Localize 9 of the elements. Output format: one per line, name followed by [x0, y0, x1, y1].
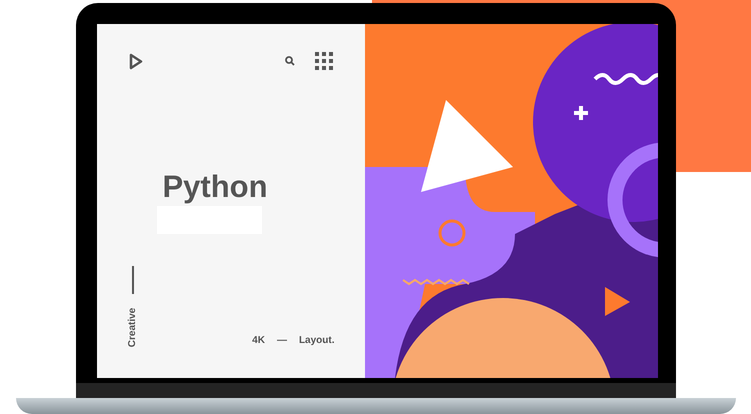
footer-text: Layout.: [298, 334, 334, 348]
grid-menu-icon[interactable]: [314, 52, 332, 70]
side-label: Creative: [126, 307, 139, 347]
search-icon[interactable]: [284, 56, 294, 66]
page-title: Python: [162, 170, 268, 204]
vertical-line: [132, 266, 134, 294]
footer-text: 4K: [252, 334, 265, 348]
footer-text: —: [276, 334, 287, 348]
play-logo-icon[interactable]: [128, 52, 142, 70]
